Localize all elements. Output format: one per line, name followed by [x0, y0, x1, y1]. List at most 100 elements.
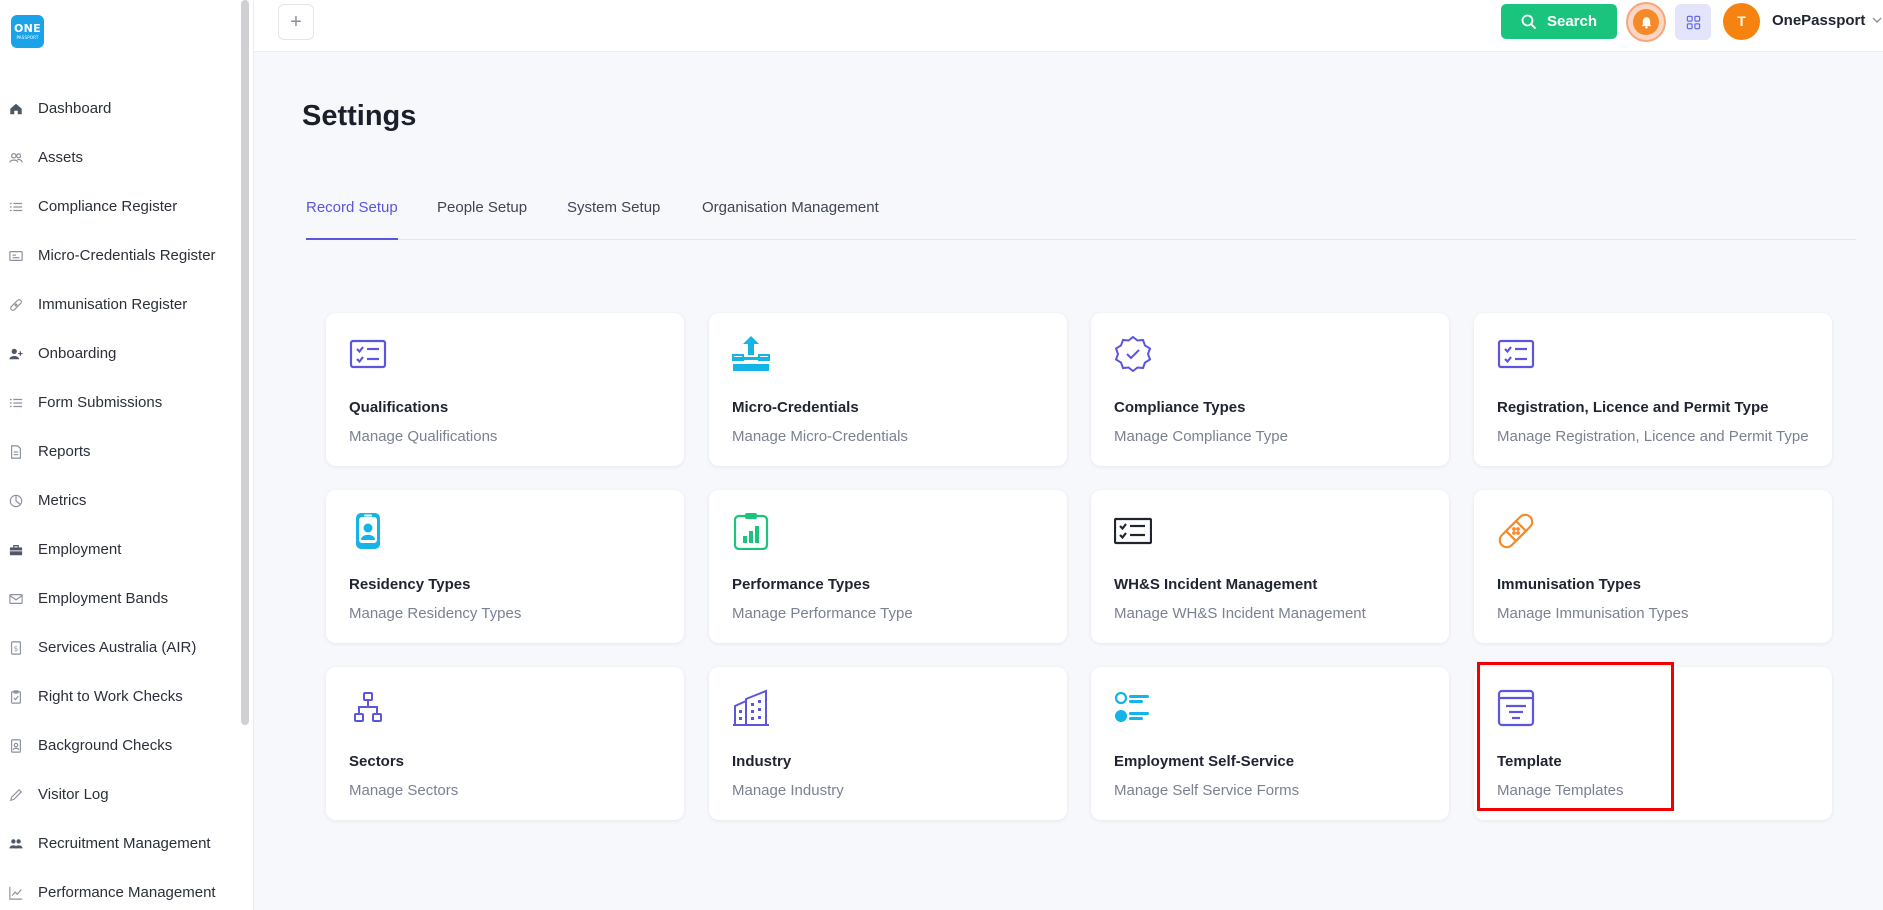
bandage-icon [8, 297, 23, 312]
logo-text-line1: ONE [14, 22, 41, 35]
card-title: Compliance Types [1114, 399, 1246, 416]
sidebar-item-label: Background Checks [38, 737, 173, 754]
bandage-icon [1497, 512, 1535, 550]
card-whs-incident-management[interactable]: WH&S Incident Management Manage WH&S Inc… [1091, 490, 1449, 643]
card-title: Qualifications [349, 399, 449, 416]
card-subtitle: Manage Self Service Forms [1114, 782, 1300, 799]
checklist-box-icon [1113, 512, 1153, 550]
sidebar-item-label: Assets [38, 149, 84, 166]
card-sectors[interactable]: Sectors Manage Sectors [326, 667, 684, 820]
sidebar-item-label: Immunisation Register [38, 296, 188, 313]
clipboard-check-icon [8, 689, 23, 704]
sidebar-item-performance-management[interactable]: Performance Management [0, 868, 240, 910]
card-subtitle: Manage Micro-Credentials [732, 428, 908, 445]
search-button[interactable]: Search [1501, 4, 1617, 39]
user-avatar[interactable]: T [1723, 3, 1760, 40]
sidebar-item-metrics[interactable]: Metrics [0, 476, 240, 525]
card-subtitle: Manage Sectors [349, 782, 459, 799]
sidebar-item-onboarding[interactable]: Onboarding [0, 329, 240, 378]
sidebar-item-label: Dashboard [38, 100, 112, 117]
sidebar-item-label: Form Submissions [38, 394, 163, 411]
briefcase-icon [8, 542, 23, 557]
sidebar-item-visitor-log[interactable]: Visitor Log [0, 770, 240, 819]
card-title: Performance Types [732, 576, 871, 593]
id-badge-icon [8, 738, 23, 753]
card-micro-credentials[interactable]: Micro-Credentials Manage Micro-Credentia… [709, 313, 1067, 466]
card-industry[interactable]: Industry Manage Industry [709, 667, 1067, 820]
card-title: Employment Self-Service [1114, 753, 1295, 770]
verified-badge-icon [1114, 335, 1152, 373]
card-subtitle: Manage Templates [1497, 782, 1624, 799]
card-registration-licence-permit-type[interactable]: Registration, Licence and Permit Type Ma… [1474, 313, 1832, 466]
notifications-button[interactable] [1626, 2, 1666, 42]
sidebar-item-immunisation-register[interactable]: Immunisation Register [0, 280, 240, 329]
users-icon [8, 150, 23, 165]
card-employment-self-service[interactable]: Employment Self-Service Manage Self Serv… [1091, 667, 1449, 820]
card-immunisation-types[interactable]: Immunisation Types Manage Immunisation T… [1474, 490, 1832, 643]
apps-grid-button[interactable] [1675, 4, 1711, 40]
sidebar-item-micro-credentials-register[interactable]: Micro-Credentials Register [0, 231, 240, 280]
bell-icon [1641, 16, 1651, 29]
tab-record-setup[interactable]: Record Setup [306, 199, 398, 240]
id-card-icon [8, 248, 23, 263]
card-subtitle: Manage Performance Type [732, 605, 913, 622]
sidebar-scrollbar[interactable] [241, 0, 249, 725]
logo-text-line2: PASSPORT [16, 35, 39, 40]
pen-icon [8, 787, 23, 802]
sidebar-item-employment[interactable]: Employment [0, 525, 240, 574]
card-subtitle: Manage Residency Types [349, 605, 522, 622]
sidebar-item-reports[interactable]: Reports [0, 427, 240, 476]
list-icon [8, 199, 23, 214]
card-subtitle: Manage Qualifications [349, 428, 498, 445]
checklist-icon [349, 335, 387, 373]
hierarchy-icon [349, 689, 387, 727]
onepassport-logo[interactable]: ONE PASSPORT [11, 15, 44, 48]
sidebar-item-compliance-register[interactable]: Compliance Register [0, 182, 240, 231]
checklist-icon [1497, 335, 1535, 373]
sidebar-item-label: Visitor Log [38, 786, 109, 803]
sidebar-item-label: Performance Management [38, 884, 216, 901]
sidebar-item-dashboard[interactable]: Dashboard [0, 84, 240, 133]
card-title: Micro-Credentials [732, 399, 859, 416]
tab-organisation-management[interactable]: Organisation Management [702, 199, 879, 240]
card-subtitle: Manage Immunisation Types [1497, 605, 1689, 622]
sidebar-item-background-checks[interactable]: Background Checks [0, 721, 240, 770]
sidebar-item-recruitment-management[interactable]: Recruitment Management [0, 819, 240, 868]
user-menu-name[interactable]: OnePassport [1772, 12, 1865, 29]
card-qualifications[interactable]: Qualifications Manage Qualifications [326, 313, 684, 466]
top-bar: + Search T OnePassport [254, 0, 1883, 52]
add-button[interactable]: + [278, 4, 314, 40]
tab-system-setup[interactable]: System Setup [567, 199, 660, 240]
sidebar-item-form-submissions[interactable]: Form Submissions [0, 378, 240, 427]
search-button-label: Search [1546, 13, 1598, 30]
sidebar-item-employment-bands[interactable]: Employment Bands [0, 574, 240, 623]
sidebar-item-label: Services Australia (AIR) [38, 639, 197, 656]
sidebar-item-label: Metrics [38, 492, 87, 509]
sidebar: ONE PASSPORT Dashboard Assets Compliance… [0, 0, 254, 910]
sidebar-item-right-to-work-checks[interactable]: Right to Work Checks [0, 672, 240, 721]
card-template[interactable]: Template Manage Templates [1474, 667, 1832, 820]
sidebar-item-label: Reports [38, 443, 91, 460]
card-title: Sectors [349, 753, 405, 770]
card-subtitle: Manage WH&S Incident Management [1114, 605, 1366, 622]
card-subtitle: Manage Industry [732, 782, 844, 799]
document-dollar-icon: $ [8, 640, 23, 655]
card-residency-types[interactable]: Residency Types Manage Residency Types [326, 490, 684, 643]
card-subtitle: Manage Registration, Licence and Permit … [1497, 428, 1809, 445]
card-compliance-types[interactable]: Compliance Types Manage Compliance Type [1091, 313, 1449, 466]
sidebar-item-label: Compliance Register [38, 198, 178, 215]
card-title: Residency Types [349, 576, 471, 593]
tab-people-setup[interactable]: People Setup [437, 199, 527, 240]
sidebar-item-assets[interactable]: Assets [0, 133, 240, 182]
id-badge-icon [349, 512, 387, 550]
home-icon [8, 101, 23, 116]
svg-text:$: $ [13, 645, 17, 653]
user-plus-icon [8, 346, 23, 361]
card-performance-types[interactable]: Performance Types Manage Performance Typ… [709, 490, 1067, 643]
sidebar-item-services-australia[interactable]: $ Services Australia (AIR) [0, 623, 240, 672]
card-title: Industry [732, 753, 792, 770]
sidebar-item-label: Recruitment Management [38, 835, 211, 852]
upload-stack-icon [732, 335, 770, 373]
sidebar-item-label: Micro-Credentials Register [38, 247, 216, 264]
chevron-down-icon[interactable] [1870, 13, 1883, 27]
